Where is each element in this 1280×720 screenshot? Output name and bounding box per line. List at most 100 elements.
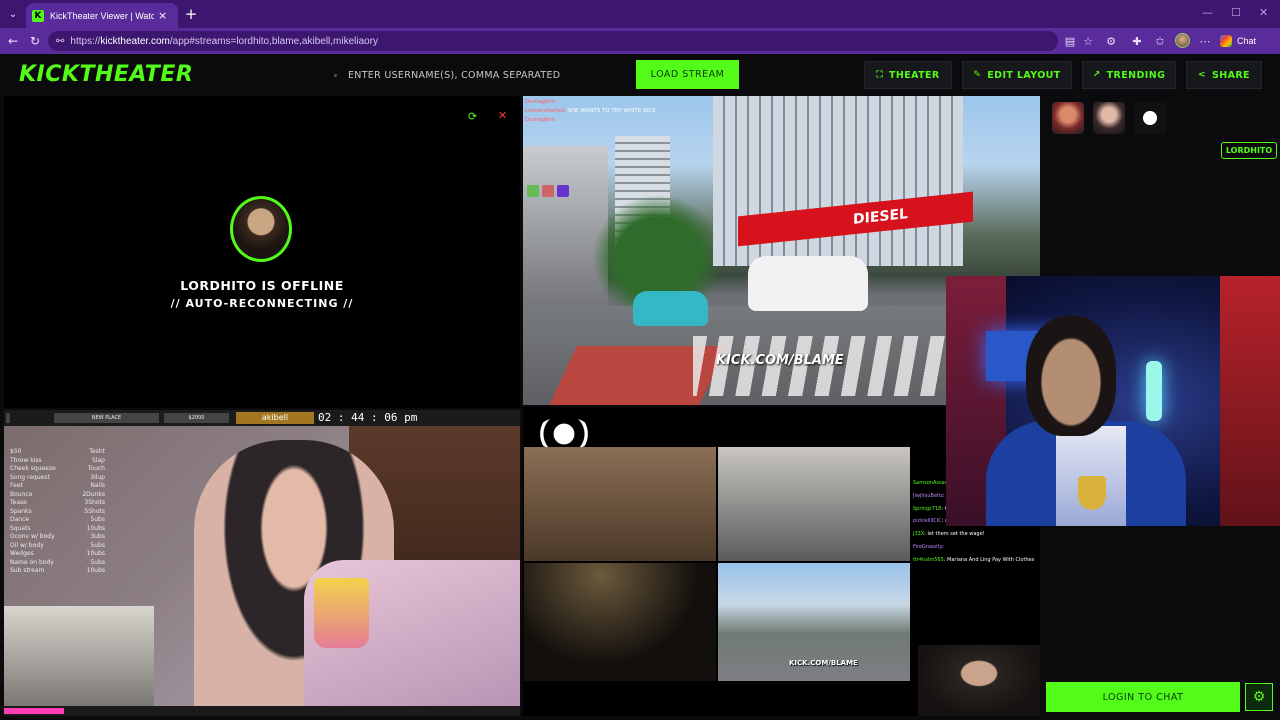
browser-tab[interactable]: K KickTheater Viewer | Watch M ×: [26, 3, 178, 28]
bookmark-star-icon[interactable]: ☆: [1081, 34, 1095, 48]
trending-button-label: TRENDING: [1106, 69, 1166, 81]
streamer-avatar: [230, 196, 292, 262]
load-stream-button[interactable]: LOAD STREAM: [636, 60, 739, 89]
stream-akibell[interactable]: NEW PLACE $2000 akibell 02 : 44 : 06 pm …: [4, 410, 520, 716]
share-icon: <: [1198, 70, 1206, 80]
close-window-icon[interactable]: ✕: [1259, 6, 1268, 19]
overlay-bottom-bar: [4, 706, 520, 716]
favorites-icon[interactable]: ✩: [1153, 34, 1167, 48]
trees: [583, 186, 733, 306]
puzzle-extension-icon[interactable]: ✚: [1130, 34, 1144, 48]
reader-mode-icon[interactable]: ▤: [1063, 34, 1077, 48]
minimize-icon[interactable]: —: [1202, 6, 1213, 19]
list-item: Wedges 10ubs: [10, 550, 105, 559]
overlay-icons: [527, 182, 587, 197]
menu-item-label: Oil w/ body: [10, 541, 44, 549]
list-item: Dance 5ubs: [10, 516, 105, 525]
list-item: Throw kiss Slap: [10, 457, 105, 466]
avatar[interactable]: [1052, 102, 1084, 134]
close-stream-icon[interactable]: ✕: [498, 109, 507, 122]
avatar[interactable]: [1093, 102, 1125, 134]
list-item: $50 Tesht: [10, 448, 105, 457]
theater-button[interactable]: ⛶ THEATER: [864, 61, 952, 89]
extension-icon[interactable]: ⚙: [1104, 34, 1118, 48]
kicktheater-logo[interactable]: KICKTHEATER: [19, 62, 193, 87]
username-input[interactable]: [330, 61, 636, 89]
refresh-stream-icon[interactable]: ⟳: [468, 110, 477, 123]
reload-icon[interactable]: ↻: [27, 33, 43, 49]
camera-inset: [4, 606, 154, 708]
profile-avatar[interactable]: [1175, 33, 1190, 48]
chat-extension-button[interactable]: Chat: [1220, 32, 1256, 50]
new-tab-icon[interactable]: +: [182, 5, 200, 23]
list-item: FireGrassity:: [913, 543, 944, 550]
gemini-icon: [1220, 35, 1232, 47]
chat-username: Springz718: [913, 505, 942, 512]
menu-item-value: Touch: [87, 465, 105, 472]
list-item: Tease 3Shots: [10, 499, 105, 508]
sidebar-stream-list: [1040, 96, 1280, 276]
share-button-label: SHARE: [1212, 69, 1250, 81]
maximize-icon[interactable]: ☐: [1231, 6, 1241, 19]
stream-watermark: KICK.COM/BLAME: [789, 659, 858, 667]
menu-item-value: 10ubs: [86, 524, 105, 532]
theater-button-label: THEATER: [889, 69, 940, 81]
tab-title: KickTheater Viewer | Watch M: [50, 10, 154, 21]
list-item: Spanks 5Shots: [10, 508, 105, 517]
close-tab-icon[interactable]: ×: [158, 9, 167, 22]
active-stream-tag[interactable]: LORDHITO: [1221, 142, 1277, 159]
lamp: [1146, 361, 1162, 421]
menu-item-value: 3Ilup: [90, 473, 105, 481]
url-text: https://kicktheater.com/app#streams=lord…: [70, 35, 379, 47]
progress-fill: [4, 708, 64, 714]
list-item: Dumagkim: [525, 99, 556, 105]
list-item: Cheek squeeze Touch: [10, 465, 105, 474]
menu-item-label: Bounce: [10, 490, 33, 498]
list-item: Lmoonchamo1 SHE WANTS TO TRY WHITE RICE: [525, 108, 656, 114]
list-item: Oconv w/ body 3ubs: [10, 533, 105, 542]
menu-item-label: Squats: [10, 524, 31, 532]
list-item: Name on body 5ubs: [10, 559, 105, 568]
menu-item-value: 5ubs: [90, 541, 105, 549]
stream-chat-overlay: Dumagkim Lmoonchamo1 SHE WANTS TO TRY WH…: [525, 98, 715, 125]
offline-status-subtitle: // AUTO-RECONNECTING //: [170, 297, 354, 310]
car: [633, 291, 708, 326]
tip-menu: $50 Tesht Throw kiss Slap Cheek squeeze Touch…: [10, 448, 105, 576]
avatar[interactable]: [1134, 102, 1166, 134]
login-to-chat-button[interactable]: LOGIN TO CHAT: [1046, 682, 1240, 712]
tab-search-icon[interactable]: ⌄: [4, 5, 22, 23]
kick-favicon-icon: K: [32, 9, 44, 22]
back-icon[interactable]: ←: [5, 33, 21, 49]
channel-logo-icon: [535, 417, 593, 451]
gear-icon[interactable]: ⚙: [1245, 683, 1273, 711]
chat-message: Mariana And Ling Pay With Clothes: [947, 556, 1035, 563]
list-item: Feet Nails: [10, 482, 105, 491]
url-bar[interactable]: ⚯ https://kicktheater.com/app#streams=lo…: [48, 31, 1058, 51]
more-menu-icon[interactable]: ⋯: [1198, 34, 1212, 48]
list-item: Bounce 2Dunks: [10, 491, 105, 500]
app-header: KICKTHEATER LOAD STREAM ⛶ THEATER ✎ EDIT L…: [0, 54, 1280, 96]
site-info-icon[interactable]: ⚯: [56, 36, 64, 47]
overlay-slot: $2000: [164, 413, 229, 423]
menu-item-label: Name on body: [10, 558, 54, 566]
menu-item-value: 2Dunks: [82, 490, 105, 498]
cup: [314, 578, 369, 648]
stream-lordhito[interactable]: ⟳ ✕ LORDHITO IS OFFLINE // AUTO-RECONNEC…: [4, 96, 520, 408]
menu-item-value: 10ubs: [86, 550, 105, 557]
trending-button[interactable]: ↗ TRENDING: [1082, 61, 1176, 89]
edit-icon: ✎: [973, 70, 982, 80]
menu-item-value: Nails: [90, 482, 105, 489]
chat-extension-label: Chat: [1237, 36, 1257, 46]
jersey-badge: [1078, 476, 1106, 510]
overlay-slot: NEW PLACE: [54, 413, 159, 423]
list-item: ttr4nslm565: Mariana And Ling Pay With C…: [913, 556, 1035, 563]
chat-username: picklellllCIC: [913, 518, 942, 525]
share-button[interactable]: < SHARE: [1186, 61, 1262, 89]
stream-webcam[interactable]: [946, 276, 1280, 526]
edit-layout-button[interactable]: ✎ EDIT LAYOUT: [962, 61, 1072, 89]
list-item: J33X: let them set the wage!: [913, 531, 985, 538]
video-cell: [718, 447, 910, 561]
menu-item-label: Wedges: [10, 550, 34, 557]
list-item: Oil w/ body 5ubs: [10, 542, 105, 551]
menu-item-label: $50: [10, 448, 22, 455]
